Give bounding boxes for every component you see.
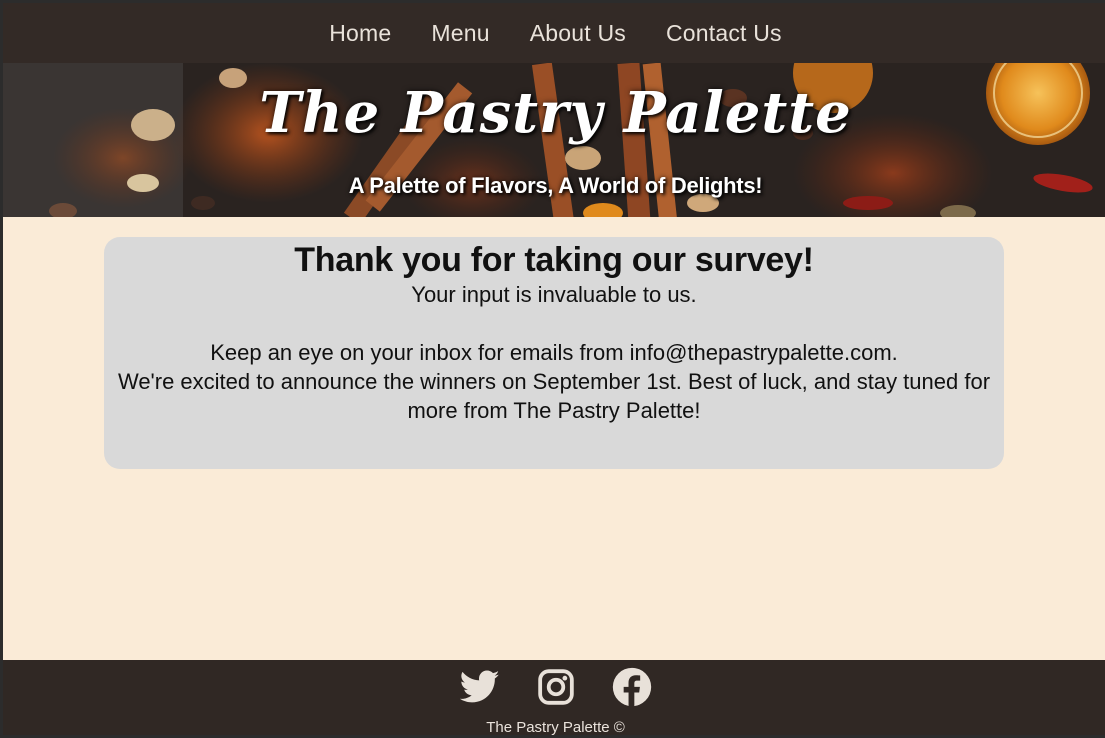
twitter-icon[interactable] (459, 666, 501, 708)
copyright-text: The Pastry Palette © (486, 719, 625, 736)
thank-you-card: Thank you for taking our survey! Your in… (104, 237, 1004, 469)
thank-you-heading: Thank you for taking our survey! (294, 241, 814, 279)
social-links (3, 666, 1105, 708)
site-title: The Pastry Palette (259, 80, 852, 146)
instagram-icon[interactable] (535, 666, 577, 708)
hero-banner: The Pastry Palette A Palette of Flavors,… (3, 63, 1105, 217)
main-content: Thank you for taking our survey! Your in… (3, 217, 1105, 660)
main-nav: Home Menu About Us Contact Us (3, 3, 1105, 63)
nav-menu-link[interactable]: Menu (431, 20, 489, 47)
inbox-text: Keep an eye on your inbox for emails fro… (210, 340, 898, 365)
site-tagline: A Palette of Flavors, A World of Delight… (348, 173, 763, 198)
facebook-icon[interactable] (611, 666, 653, 708)
nav-home-link[interactable]: Home (329, 20, 391, 47)
nav-contact-link[interactable]: Contact Us (666, 20, 782, 47)
winners-text: We're excited to announce the winners on… (117, 369, 991, 423)
invaluable-text: Your input is invaluable to us. (411, 282, 697, 307)
nav-about-link[interactable]: About Us (530, 20, 626, 47)
page-frame: Home Menu About Us Contact Us The Pastry… (0, 0, 1105, 738)
site-footer: The Pastry Palette © (3, 660, 1105, 736)
